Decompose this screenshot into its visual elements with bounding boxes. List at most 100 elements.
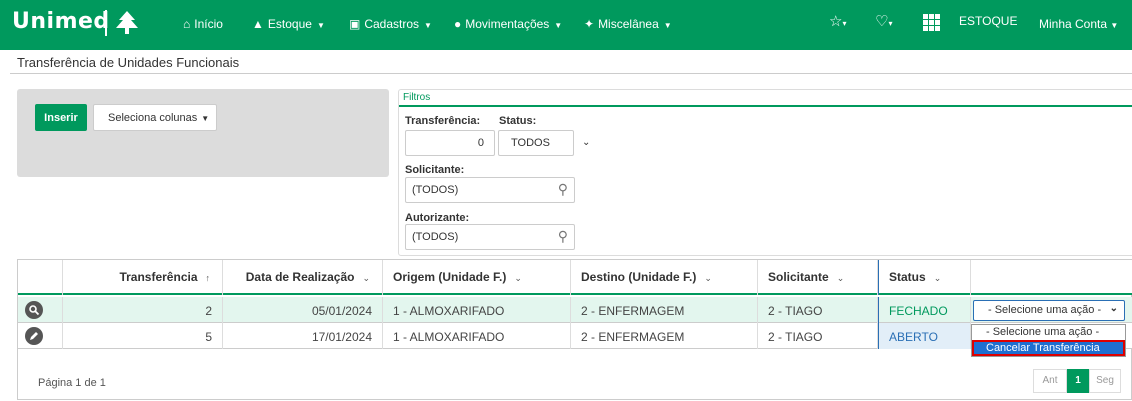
home-icon: ⌂ bbox=[183, 17, 191, 31]
nav-movimentacoes[interactable]: ● Movimentações ▼ bbox=[454, 17, 562, 31]
status-badge: FECHADO bbox=[878, 297, 971, 323]
status-label: Status: bbox=[499, 115, 537, 127]
header-transferencia-label: Transferência bbox=[119, 270, 198, 284]
nav-inicio[interactable]: ⌂ Início bbox=[183, 17, 223, 31]
caret-down-icon: ▼ bbox=[201, 113, 210, 123]
sort-icon: ⌄ bbox=[362, 273, 370, 283]
insert-button[interactable]: Inserir bbox=[35, 104, 87, 131]
prev-page-button[interactable]: Ant bbox=[1033, 369, 1067, 393]
cell-origem: 1 - ALMOXARIFADO bbox=[383, 323, 571, 349]
nav-miscelanea-label: Miscelânea bbox=[598, 17, 659, 31]
autorizante-input[interactable]: (TODOS) ⚲ bbox=[405, 224, 575, 250]
header-actions bbox=[18, 260, 63, 295]
filter-legend: Filtros bbox=[403, 92, 431, 103]
boxes-icon: ▲ bbox=[252, 17, 264, 31]
cell-destino: 2 - ENFERMAGEM bbox=[571, 323, 758, 349]
search-icon[interactable] bbox=[25, 301, 43, 319]
header-status-label: Status bbox=[889, 270, 926, 284]
header-destino[interactable]: Destino (Unidade F.) ⌄ bbox=[571, 260, 758, 295]
chevron-down-icon: ⌄ bbox=[1109, 303, 1118, 314]
header-data[interactable]: Data de Realização ⌄ bbox=[223, 260, 383, 295]
autorizante-value: (TODOS) bbox=[412, 231, 459, 243]
cell-transferencia: 5 bbox=[63, 323, 223, 349]
current-module-label[interactable]: ESTOQUE bbox=[959, 14, 1017, 28]
cell-origem: 1 - ALMOXARIFADO bbox=[383, 297, 571, 323]
cell-data: 17/01/2024 bbox=[223, 323, 383, 349]
nav-estoque[interactable]: ▲ Estoque ▼ bbox=[252, 17, 325, 31]
sort-icon: ⌄ bbox=[836, 273, 845, 283]
search-icon[interactable]: ⚲ bbox=[558, 181, 568, 198]
caret-down-icon: ▼ bbox=[424, 21, 432, 30]
unimed-tree-icon bbox=[116, 11, 138, 34]
transferencia-label: Transferência: bbox=[405, 115, 481, 127]
row-action-cell bbox=[18, 297, 63, 323]
table-row[interactable]: 2 05/01/2024 1 - ALMOXARIFADO 2 - ENFERM… bbox=[18, 297, 1132, 323]
autorizante-label: Autorizante: bbox=[405, 212, 470, 224]
row-action-select-value: - Selecione uma ação - bbox=[988, 304, 1102, 316]
caret-down-icon: ▼ bbox=[554, 21, 563, 30]
caret-down-icon: ▼ bbox=[663, 21, 672, 30]
transfer-table: Transferência ↑ Data de Realização ⌄ Orige… bbox=[17, 259, 1132, 400]
title-divider bbox=[10, 73, 1132, 74]
next-page-button[interactable]: Seg bbox=[1089, 369, 1121, 393]
header-solicitante[interactable]: Solicitante ⌄ bbox=[758, 260, 878, 295]
caret-down-icon: ▼ bbox=[316, 21, 325, 30]
search-icon[interactable]: ⚲ bbox=[558, 228, 568, 245]
cell-transferencia: 2 bbox=[63, 297, 223, 323]
nav-miscelanea[interactable]: ✦ Miscelânea ▼ bbox=[584, 17, 672, 31]
dropdown-option-cancel-transfer[interactable]: Cancelar Transferência bbox=[972, 340, 1125, 356]
nav-cadastros-label: Cadastros bbox=[364, 17, 420, 31]
status-select[interactable]: TODOS bbox=[498, 130, 574, 156]
solicitante-value: (TODOS) bbox=[412, 184, 459, 196]
header-status[interactable]: Status ⌄ bbox=[878, 260, 971, 295]
filter-panel: Filtros Transferência: Status: 0 TODOS ⌄… bbox=[398, 89, 1132, 256]
nav-estoque-label: Estoque bbox=[267, 17, 312, 31]
sort-icon: ⌄ bbox=[704, 273, 712, 283]
account-menu-label: Minha Conta bbox=[1039, 17, 1108, 31]
header-solicitante-label: Solicitante bbox=[768, 270, 829, 284]
brand-separator bbox=[105, 10, 107, 36]
solicitante-input[interactable]: (TODOS) ⚲ bbox=[405, 177, 575, 203]
action-panel: Inserir Seleciona colunas ▼ bbox=[17, 89, 389, 177]
select-columns-label: Seleciona colunas bbox=[108, 111, 198, 124]
cell-destino: 2 - ENFERMAGEM bbox=[571, 297, 758, 323]
page-title: Transferência de Unidades Funcionais bbox=[17, 55, 240, 70]
users-icon: ● bbox=[454, 17, 462, 31]
header-origem[interactable]: Origem (Unidade F.) ⌄ bbox=[383, 260, 571, 295]
row-action-select[interactable]: - Selecione uma ação - ⌄ bbox=[973, 300, 1125, 321]
cell-solicitante: 2 - TIAGO bbox=[758, 297, 878, 323]
transferencia-input[interactable]: 0 bbox=[405, 130, 495, 156]
pencil-icon[interactable] bbox=[25, 327, 43, 345]
pagination-info: Página 1 de 1 bbox=[38, 377, 106, 389]
caret-down-icon: ▼ bbox=[1110, 21, 1119, 30]
table-header: Transferência ↑ Data de Realização ⌄ Orige… bbox=[18, 260, 1132, 295]
status-badge: ABERTO bbox=[878, 323, 971, 349]
brand-logo-text[interactable]: Unimed bbox=[12, 9, 110, 34]
current-page-button[interactable]: 1 bbox=[1067, 369, 1089, 393]
dropdown-option-placeholder[interactable]: - Selecione uma ação - bbox=[972, 325, 1125, 340]
table-row[interactable]: 5 17/01/2024 1 - ALMOXARIFADO 2 - ENFERM… bbox=[18, 323, 1132, 349]
sort-icon: ⌄ bbox=[514, 273, 522, 283]
header-transferencia[interactable]: Transferência ↑ bbox=[63, 260, 223, 295]
modules-grid-icon[interactable] bbox=[923, 14, 941, 32]
cell-solicitante: 2 - TIAGO bbox=[758, 323, 878, 349]
nav-cadastros[interactable]: ▣ Cadastros ▼ bbox=[349, 17, 432, 31]
header-data-label: Data de Realização bbox=[245, 270, 355, 284]
header-origem-label: Origem (Unidade F.) bbox=[393, 270, 507, 284]
cell-data: 05/01/2024 bbox=[223, 297, 383, 323]
cabinet-icon: ▣ bbox=[349, 17, 361, 31]
row-action-cell bbox=[18, 323, 63, 349]
magic-icon: ✦ bbox=[584, 17, 595, 31]
select-columns-button[interactable]: Seleciona colunas ▼ bbox=[93, 104, 217, 131]
top-navbar: Unimed ⌂ Início ▲ Estoque ▼ ▣ Cadastros ▼ ● Mo… bbox=[0, 0, 1132, 50]
notification-bell-icon[interactable]: ♡▾ bbox=[875, 12, 892, 30]
nav-inicio-label: Início bbox=[194, 17, 223, 31]
sort-icon: ⌄ bbox=[933, 273, 942, 283]
solicitante-label: Solicitante: bbox=[405, 164, 465, 176]
header-destino-label: Destino (Unidade F.) bbox=[581, 270, 697, 284]
account-menu[interactable]: Minha Conta ▼ bbox=[1039, 17, 1118, 31]
row-action-dropdown: - Selecione uma ação - Cancelar Transfer… bbox=[971, 324, 1126, 357]
chevron-down-icon[interactable]: ⌄ bbox=[582, 137, 590, 148]
sort-asc-icon: ↑ bbox=[205, 273, 211, 283]
favorites-star-icon[interactable]: ☆▾ bbox=[829, 12, 846, 30]
